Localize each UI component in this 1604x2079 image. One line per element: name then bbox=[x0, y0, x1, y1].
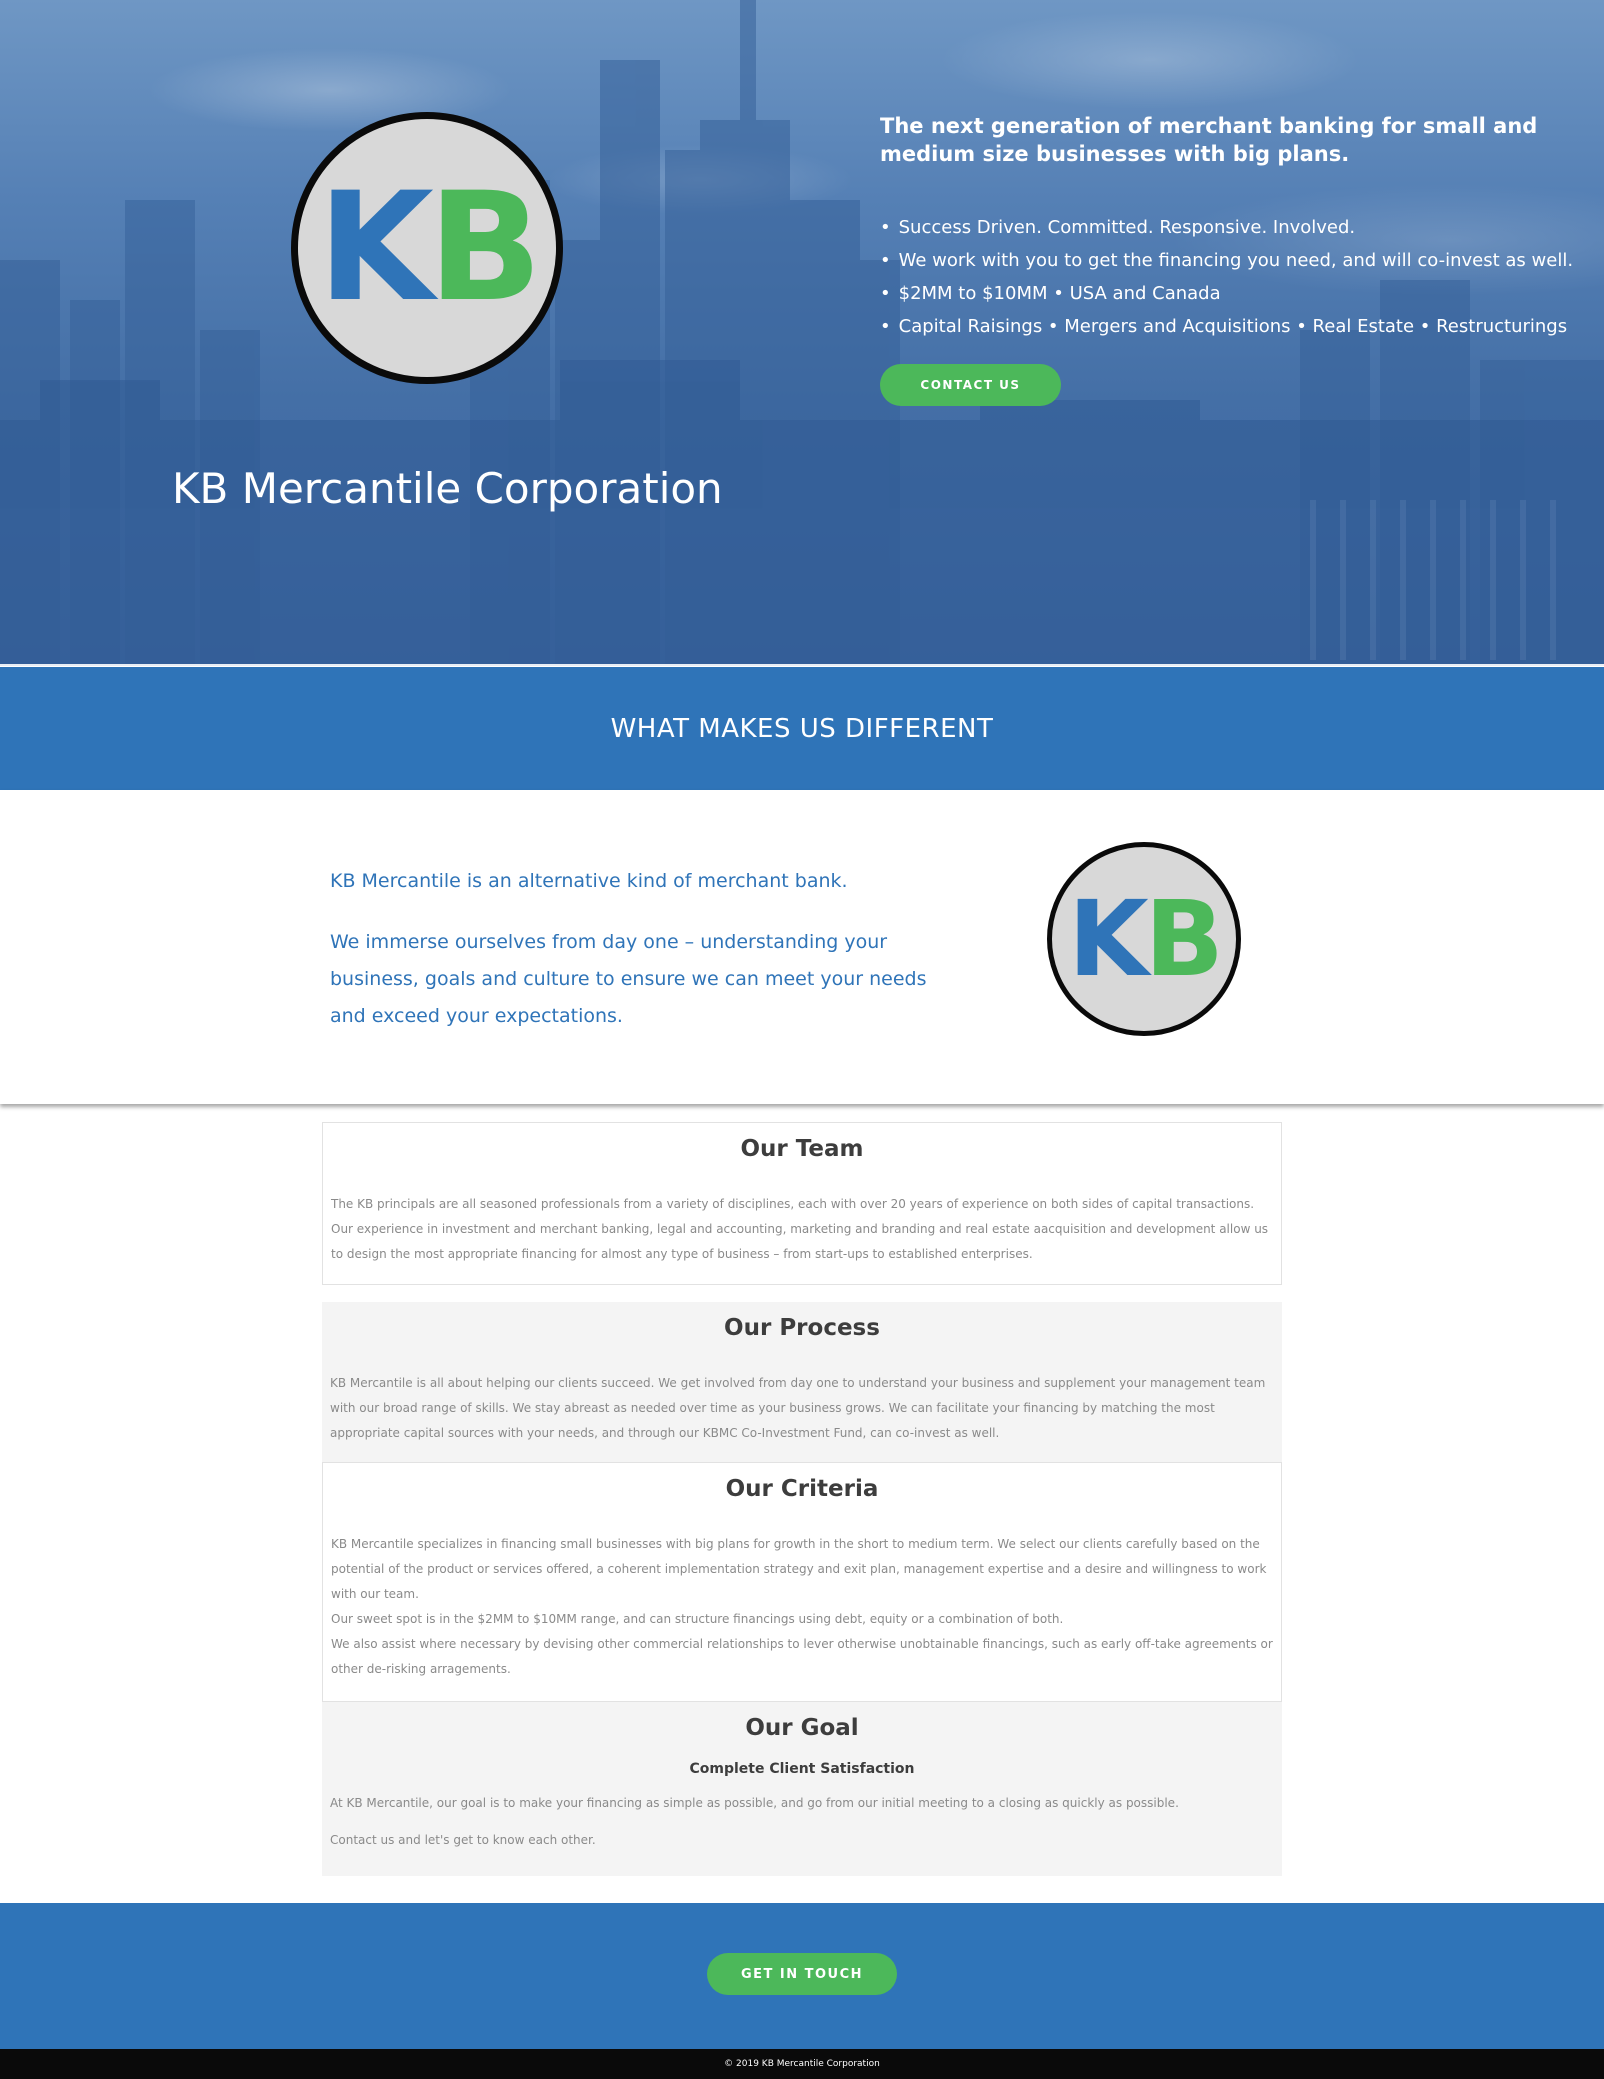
hero-tagline: The next generation of merchant banking … bbox=[880, 114, 1538, 166]
our-criteria-card: Our Criteria KB Mercantile specializes i… bbox=[322, 1462, 1282, 1702]
get-in-touch-button[interactable]: GET IN TOUCH bbox=[707, 1953, 897, 1995]
contact-us-button[interactable]: CONTACT US bbox=[880, 364, 1061, 406]
card-body: Our sweet spot is in the $2MM to $10MM r… bbox=[331, 1612, 1064, 1626]
card-body: KB Mercantile is all about helping our c… bbox=[330, 1376, 1266, 1440]
intro-section: KB Mercantile is an alternative kind of … bbox=[0, 790, 1604, 1104]
our-process-card: Our Process KB Mercantile is all about h… bbox=[322, 1302, 1282, 1462]
section-heading: WHAT MAKES US DIFFERENT bbox=[610, 713, 994, 744]
logo-letter-b: B bbox=[1144, 878, 1224, 1000]
card-subtitle: Complete Client Satisfaction bbox=[689, 1761, 915, 1777]
footer: © 2019 KB Mercantile Corporation bbox=[0, 2049, 1604, 2079]
hero-bullet: Success Driven. Committed. Responsive. I… bbox=[880, 215, 1573, 248]
card-title: Our Team bbox=[740, 1136, 864, 1162]
kb-logo-small: KB bbox=[1047, 842, 1241, 1036]
different-band: WHAT MAKES US DIFFERENT bbox=[0, 667, 1604, 790]
logo-letter-k: K bbox=[317, 161, 434, 335]
cta-section: GET IN TOUCH bbox=[0, 1903, 1604, 2049]
our-goal-card: Our Goal Complete Client Satisfaction At… bbox=[322, 1702, 1282, 1876]
hero-bullet: $2MM to $10MM • USA and Canada bbox=[880, 281, 1573, 314]
copyright-text: © 2019 KB Mercantile Corporation bbox=[724, 2059, 880, 2069]
logo-letter-b: B bbox=[427, 161, 542, 335]
hero-bullet-list: Success Driven. Committed. Responsive. I… bbox=[880, 215, 1573, 347]
card-body: KB Mercantile specializes in financing s… bbox=[331, 1537, 1267, 1601]
logo-letter-k: K bbox=[1068, 878, 1149, 1000]
hero-bullet: We work with you to get the financing yo… bbox=[880, 248, 1573, 281]
card-body: We also assist where necessary by devisi… bbox=[331, 1637, 1273, 1676]
card-title: Our Goal bbox=[745, 1715, 859, 1741]
kb-logo: KB bbox=[291, 112, 563, 384]
intro-line-2: We immerse ourselves from day one – unde… bbox=[330, 931, 927, 1027]
our-team-card: Our Team The KB principals are all seaso… bbox=[322, 1122, 1282, 1285]
company-name: KB Mercantile Corporation bbox=[172, 464, 723, 513]
hero-divider bbox=[0, 664, 1604, 666]
card-body: The KB principals are all seasoned profe… bbox=[331, 1197, 1269, 1261]
intro-line-1: KB Mercantile is an alternative kind of … bbox=[330, 870, 848, 892]
card-title: Our Criteria bbox=[725, 1476, 879, 1502]
hero-section: KB KB Mercantile Corporation The next ge… bbox=[0, 0, 1604, 665]
hero-bullet: Capital Raisings • Mergers and Acquisiti… bbox=[880, 314, 1573, 347]
card-body: Contact us and let's get to know each ot… bbox=[330, 1833, 596, 1847]
card-body: At KB Mercantile, our goal is to make yo… bbox=[330, 1796, 1179, 1810]
card-title: Our Process bbox=[724, 1315, 880, 1341]
